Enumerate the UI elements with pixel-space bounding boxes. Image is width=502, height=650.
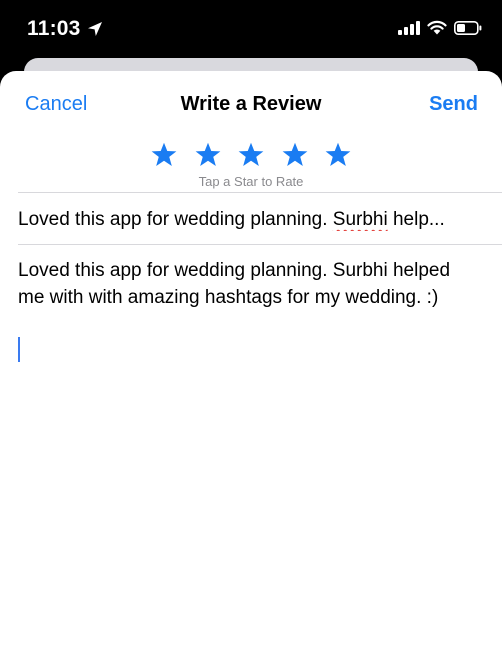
battery-icon [454,20,482,35]
review-title-text-end: help... [387,209,445,230]
review-body-field[interactable]: Loved this app for wedding planning. Sur… [18,257,468,311]
divider [18,192,502,193]
text-cursor [18,337,20,362]
review-title-field[interactable]: Loved this app for wedding planning. Sur… [18,209,488,231]
star-rating [150,141,352,171]
write-review-sheet: Cancel Write a Review Send Tap a Star to… [0,71,502,650]
status-icons [398,20,482,35]
star-icon[interactable] [237,141,265,169]
star-icon[interactable] [324,141,352,169]
status-time-group: 11:03 [27,17,103,41]
location-arrow-icon [87,22,102,36]
review-title-text: Loved this app for wedding planning. [18,209,333,230]
wifi-icon [427,20,447,35]
star-icon[interactable] [194,141,222,169]
misspelled-word: Surbhi [332,209,388,230]
divider [18,244,502,245]
star-icon[interactable] [281,141,309,169]
cellular-signal-icon [398,20,420,35]
send-button[interactable]: Send [429,93,478,116]
status-bar: 11:03 [0,0,502,62]
nav-bar: Cancel Write a Review Send [0,71,502,135]
star-icon[interactable] [150,141,178,169]
status-time: 11:03 [27,17,81,40]
cancel-button[interactable]: Cancel [25,93,87,116]
rating-hint: Tap a Star to Rate [198,174,304,189]
